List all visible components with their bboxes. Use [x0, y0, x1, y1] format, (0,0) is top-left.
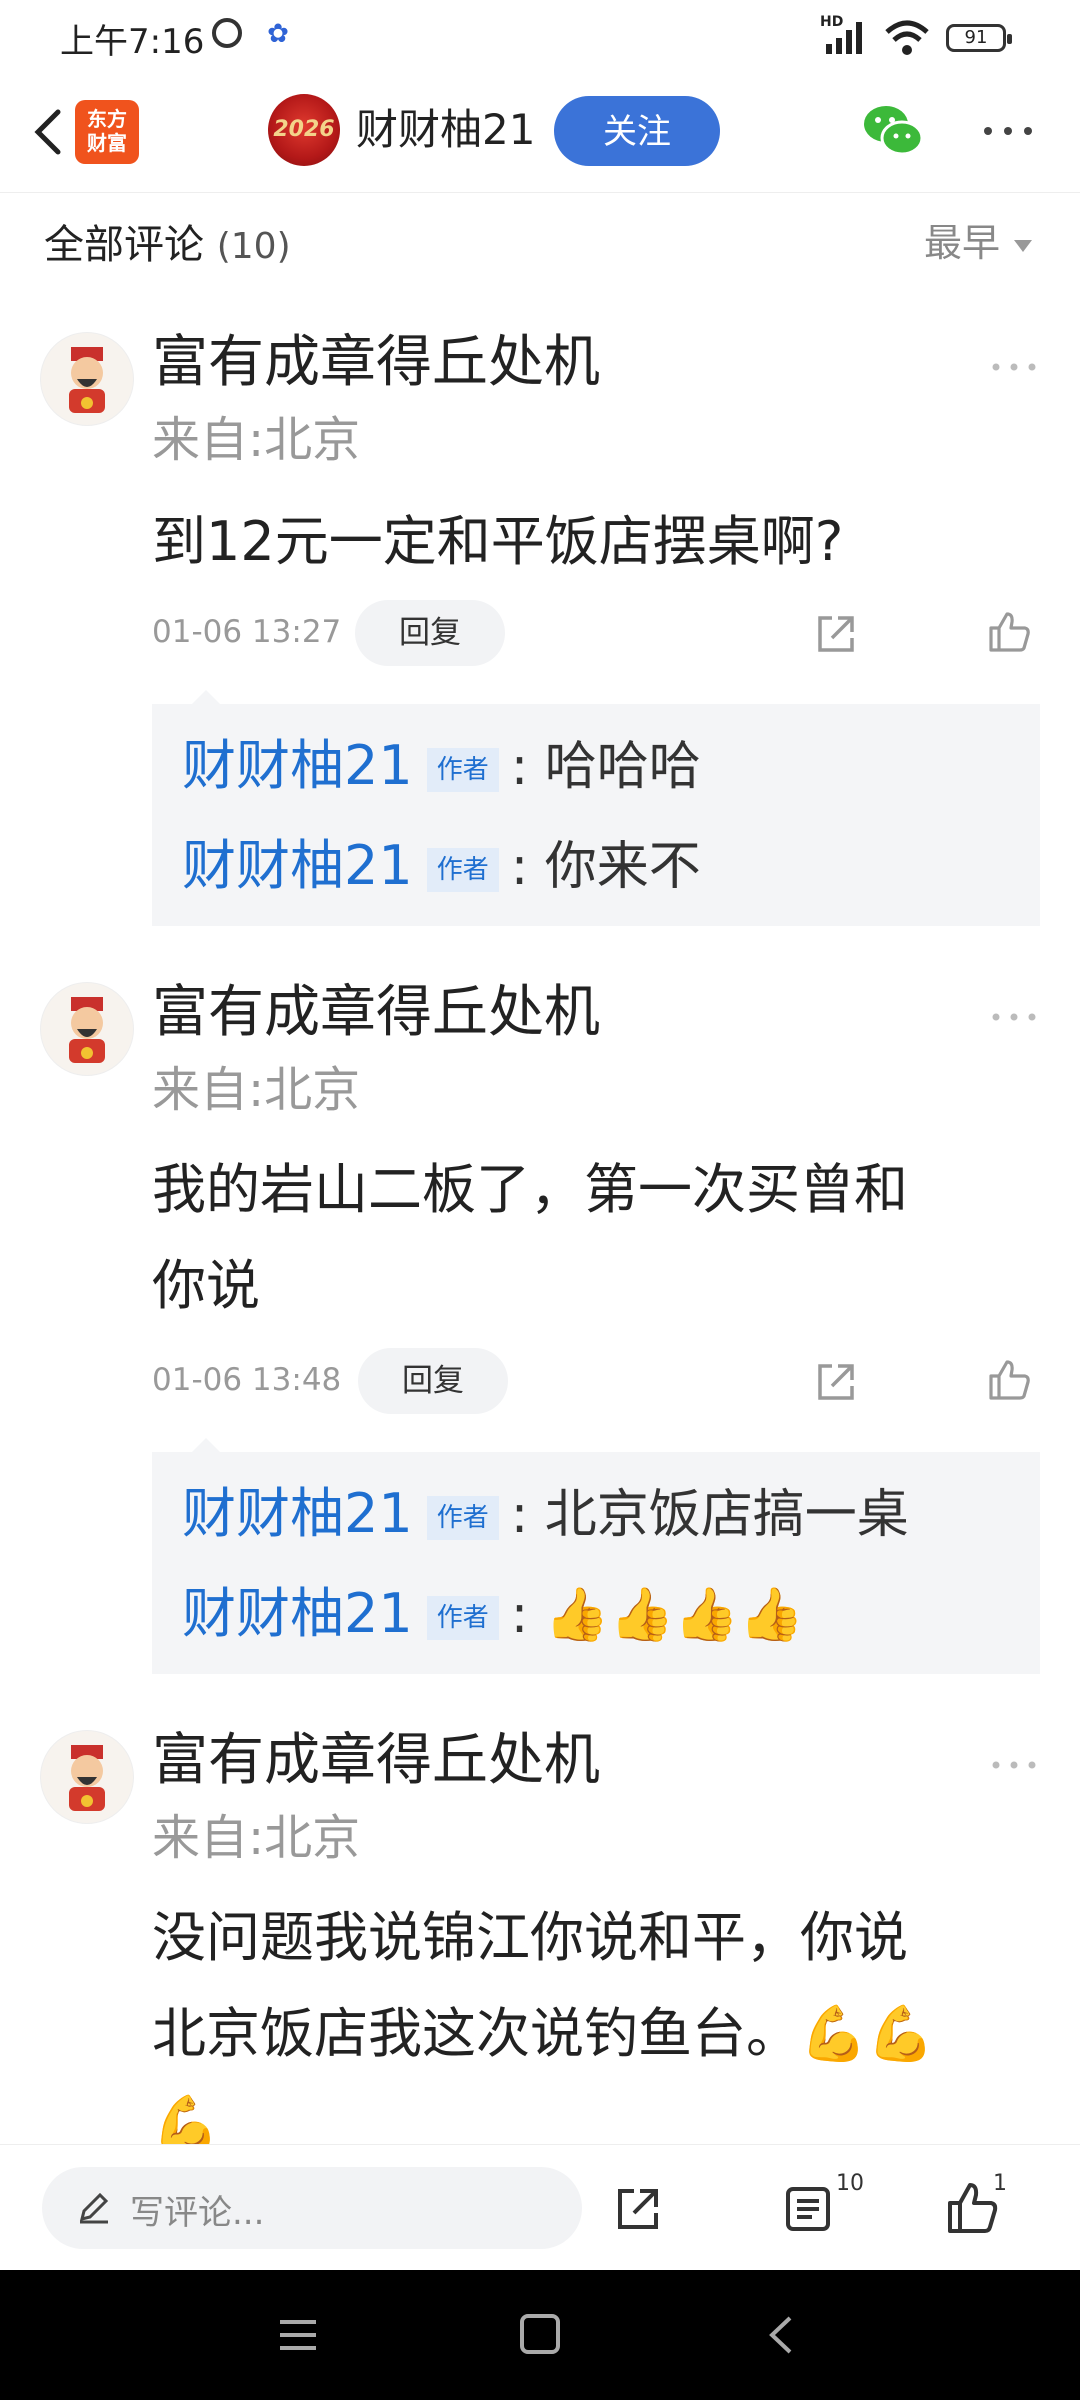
share-icon[interactable] — [812, 1358, 860, 1406]
status-bar: 上午7:16 ✿ HD 91 — [0, 0, 1080, 80]
comments-count: (10) — [216, 226, 291, 267]
reply-text: : 哈哈哈 — [510, 737, 701, 797]
status-time: 上午7:16 — [60, 22, 205, 62]
pen-icon — [79, 2192, 109, 2224]
reply-item[interactable]: 财财柚21 作者: 北京饭店搞一桌 — [182, 1474, 909, 1554]
alarm-icon — [212, 18, 242, 48]
home-icon[interactable] — [520, 2314, 560, 2354]
comment-time: 01-06 13:48 — [152, 1362, 342, 1398]
comment-username[interactable]: 富有成章得丘处机 — [152, 976, 600, 1050]
menu-icon[interactable] — [278, 2318, 318, 2352]
comment-body-line: 我的岩山二板了，第一次买曾和 — [152, 1158, 908, 1221]
comment-location: 来自:北京 — [152, 412, 361, 468]
comments-title: 全部评论 (10) — [44, 212, 291, 270]
avatar[interactable] — [40, 982, 134, 1076]
comment-body-line: 💪 — [152, 2092, 220, 2150]
write-comment-input[interactable]: 写评论... — [42, 2167, 582, 2249]
reply-text: : — [510, 1585, 529, 1645]
more-icon[interactable] — [990, 360, 1038, 374]
more-icon[interactable] — [990, 1010, 1038, 1024]
share-icon[interactable] — [612, 2183, 664, 2235]
reply-author[interactable]: 财财柚21 — [182, 1582, 413, 1645]
back-icon[interactable] — [22, 102, 82, 162]
like-icon[interactable] — [944, 2181, 1000, 2237]
like-icon[interactable] — [985, 1356, 1033, 1404]
comment-body: 到12元一定和平饭店摆桌啊? — [152, 510, 844, 573]
battery-icon: 91 — [946, 24, 1012, 52]
comment-location: 来自:北京 — [152, 1810, 361, 1866]
wifi-icon — [885, 20, 929, 55]
comment-time: 01-06 13:27 — [152, 614, 342, 650]
comment-item: 富有成章得丘处机 来自:北京 我的岩山二板了，第一次买曾和 你说 01-06 1… — [0, 980, 1080, 1682]
author-badge: 作者 — [426, 1496, 499, 1540]
reply-list: 财财柚21 作者: 北京饭店搞一桌 财财柚21 作者: 👍👍👍👍 — [152, 1438, 1040, 1674]
signal-icon — [826, 22, 862, 54]
comment-body-line: 北京饭店我这次说钓鱼台。💪💪 — [152, 2002, 935, 2065]
reply-item[interactable]: 财财柚21 作者: 哈哈哈 — [182, 726, 701, 806]
author-badge: 作者 — [426, 748, 499, 792]
comment-username[interactable]: 富有成章得丘处机 — [152, 326, 600, 400]
reply-text: : 北京饭店搞一桌 — [510, 1485, 909, 1545]
avatar[interactable] — [40, 332, 134, 426]
top-header: 东方 财富 2026 财财柚21 关注 — [0, 80, 1080, 193]
thumbs-up-emoji: 👍👍👍👍 — [544, 1585, 804, 1645]
reply-item[interactable]: 财财柚21 作者: 你来不 — [182, 826, 701, 906]
app-logo[interactable]: 东方 财富 — [75, 100, 139, 164]
wechat-icon[interactable] — [862, 102, 924, 160]
comment-count-badge: 10 — [836, 2171, 864, 2196]
more-icon[interactable] — [980, 116, 1036, 146]
reply-author[interactable]: 财财柚21 — [182, 1482, 413, 1545]
list-icon[interactable] — [782, 2183, 834, 2235]
like-icon[interactable] — [985, 608, 1033, 656]
reply-button[interactable]: 回复 — [358, 1348, 508, 1414]
comment-item: 富有成章得丘处机 来自:北京 没问题我说锦江你说和平，你说 北京饭店我这次说钓鱼… — [0, 1730, 1080, 2150]
baidu-icon: ✿ — [267, 19, 289, 49]
follow-button[interactable]: 关注 — [554, 96, 720, 166]
comments-title-label: 全部评论 — [44, 222, 204, 268]
sort-dropdown[interactable]: 最早 — [924, 212, 1033, 267]
comment-location: 来自:北京 — [152, 1062, 361, 1118]
chevron-down-icon — [1014, 239, 1033, 252]
reply-author[interactable]: 财财柚21 — [182, 834, 413, 897]
system-nav-bar — [0, 2270, 1080, 2400]
author-avatar[interactable]: 2026 — [268, 94, 340, 166]
comment-username[interactable]: 富有成章得丘处机 — [152, 1730, 600, 1798]
comment-body-line: 你说 — [152, 1254, 260, 1317]
reply-item[interactable]: 财财柚21 作者: 👍👍👍👍 — [182, 1574, 804, 1654]
author-name[interactable]: 财财柚21 — [356, 100, 535, 160]
reply-list: 财财柚21 作者: 哈哈哈 财财柚21 作者: 你来不 — [152, 690, 1040, 926]
share-icon[interactable] — [812, 610, 860, 658]
comment-body-line: 没问题我说锦江你说和平，你说 — [152, 1906, 908, 1969]
reply-author[interactable]: 财财柚21 — [182, 734, 413, 797]
author-badge: 作者 — [426, 848, 499, 892]
reply-text: : 你来不 — [510, 837, 701, 897]
author-badge: 作者 — [426, 1596, 499, 1640]
write-comment-placeholder: 写评论... — [130, 2193, 265, 2233]
avatar[interactable] — [40, 1730, 134, 1824]
like-count-badge: 1 — [993, 2171, 1007, 2196]
bottom-action-bar: 写评论... 10 1 — [0, 2144, 1080, 2271]
sort-label: 最早 — [924, 221, 1001, 265]
comment-item: 富有成章得丘处机 来自:北京 到12元一定和平饭店摆桌啊? 01-06 13:2… — [0, 330, 1080, 932]
more-icon[interactable] — [990, 1758, 1038, 1772]
nav-back-icon[interactable] — [766, 2314, 794, 2356]
reply-button[interactable]: 回复 — [355, 600, 505, 666]
